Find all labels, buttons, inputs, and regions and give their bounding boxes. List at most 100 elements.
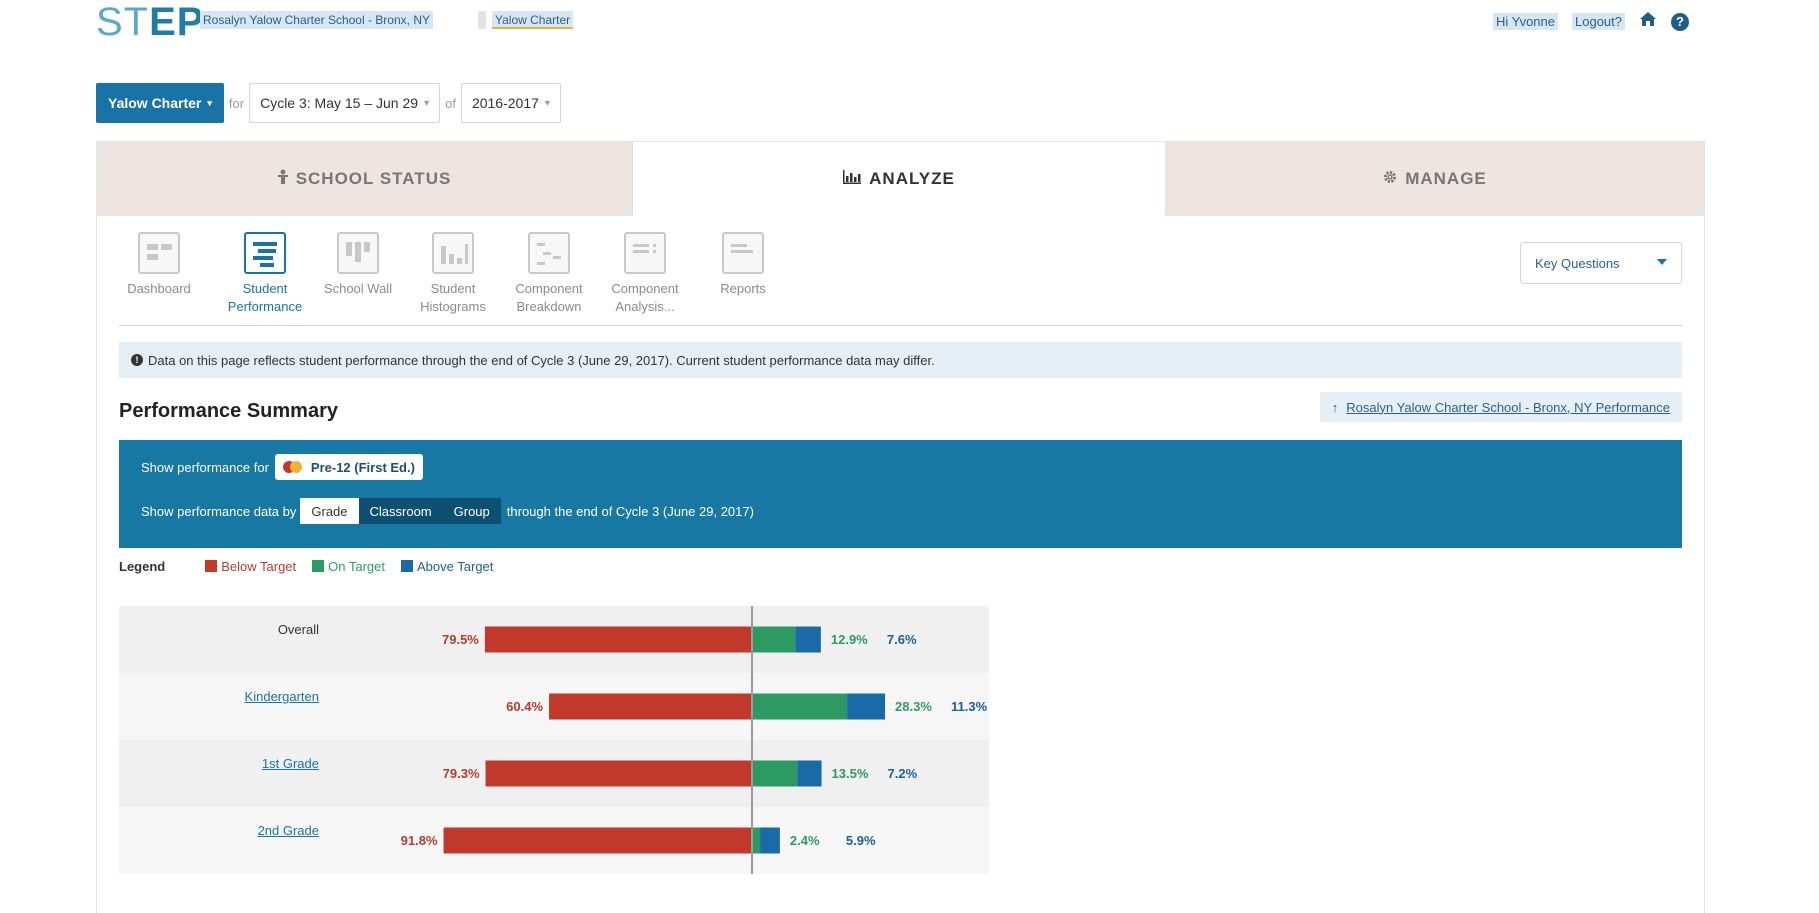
program-color-icon <box>282 461 303 473</box>
bar-on-target[interactable] <box>752 760 798 787</box>
tab-manage[interactable]: MANAGE <box>1165 142 1704 216</box>
tab-school-status-label: SCHOOL STATUS <box>295 169 452 188</box>
school-wall-icon <box>337 232 379 274</box>
bar-below-target[interactable] <box>485 760 752 787</box>
legend-label-below: Below Target <box>221 558 297 574</box>
home-icon[interactable] <box>1639 11 1657 32</box>
subnav-school-wall[interactable]: School Wall <box>308 232 408 298</box>
show-for-label: Show performance for <box>141 459 269 475</box>
user-greeting[interactable]: Hi Yvonne <box>1492 13 1558 30</box>
group-by-grade[interactable]: Grade <box>300 498 359 524</box>
info-banner: ! Data on this page reflects student per… <box>119 342 1682 378</box>
page-title: Performance Summary <box>119 400 338 422</box>
value-label-above: 11.3% <box>951 698 988 714</box>
legend-item-above: Above Target <box>401 559 493 574</box>
tab-analyze[interactable]: ANALYZE <box>633 142 1165 216</box>
subnav-dashboard-label: Dashboard <box>127 281 191 296</box>
group-by-group[interactable]: Group <box>442 498 501 524</box>
program-selector[interactable]: Pre-12 (First Ed.) <box>274 454 423 480</box>
subnav-student-histograms-label: Student Histograms <box>420 281 486 314</box>
student-performance-icon <box>244 232 286 274</box>
legend-swatch-on <box>312 560 325 572</box>
bar-above-target[interactable] <box>847 693 886 720</box>
legend-item-on: On Target <box>312 559 385 574</box>
value-label-below: 60.4% <box>506 698 544 714</box>
logo-st: ST <box>96 0 150 44</box>
legend-swatch-above <box>401 560 414 572</box>
value-label-on: 12.9% <box>830 631 868 647</box>
subnav-component-breakdown-label: Component Breakdown <box>515 281 583 314</box>
value-label-below: 91.8% <box>400 832 438 848</box>
page: STEP Rosalyn Yalow Charter School - Bron… <box>0 0 1819 913</box>
tab-school-status[interactable]: SCHOOL STATUS <box>97 142 633 216</box>
row-label-1st-grade[interactable]: 1st Grade <box>119 756 319 771</box>
value-label-above: 7.6% <box>886 631 917 647</box>
breadcrumb-school[interactable]: Rosalyn Yalow Charter School - Bronx, NY <box>200 11 433 29</box>
chevron-down-icon: ▾ <box>544 97 550 109</box>
key-questions-dropdown[interactable]: Key Questions <box>1520 242 1682 284</box>
show-performance-for-row: Show performance for Pre-12 (First Ed.) <box>141 454 423 480</box>
legend-title: Legend <box>119 558 166 574</box>
show-performance-by-row: Show performance data by Grade Classroom… <box>141 498 754 524</box>
bar-on-target[interactable] <box>752 827 761 854</box>
breadcrumb-separator <box>478 11 486 29</box>
school-performance-link[interactable]: ↑ Rosalyn Yalow Charter School - Bronx, … <box>1319 392 1682 422</box>
school-performance-link-label: Rosalyn Yalow Charter School - Bronx, NY… <box>1346 399 1670 415</box>
cycle-dropdown-label: Cycle 3: May 15 – Jun 29 <box>260 95 419 111</box>
tab-analyze-label: ANALYZE <box>869 169 955 188</box>
value-label-on: 13.5% <box>831 765 869 781</box>
main-panel: SCHOOL STATUS ANALYZE MANAGE Dashboard S… <box>96 141 1705 913</box>
gear-icon <box>1383 170 1397 189</box>
subnav-reports-label: Reports <box>720 281 766 296</box>
value-label-above: 7.2% <box>887 765 918 781</box>
subnav-component-analysis-label: Component Analysis... <box>611 281 679 314</box>
for-label: for <box>228 95 245 111</box>
year-dropdown[interactable]: 2016-2017 ▾ <box>460 83 561 123</box>
school-dropdown[interactable]: Yalow Charter ▾ <box>96 83 224 123</box>
performance-chart: Overall 79.5% 12.9% 7.6% Kindergarten 60.4% 28… <box>119 606 1119 875</box>
subnav-component-analysis[interactable]: Component Analysis... <box>595 232 695 316</box>
year-dropdown-label: 2016-2017 <box>471 95 539 111</box>
component-analysis-icon <box>624 232 666 274</box>
dashboard-icon <box>138 232 180 274</box>
component-breakdown-icon <box>528 232 570 274</box>
row-label-kindergarten[interactable]: Kindergarten <box>119 689 319 704</box>
bar-chart-icon <box>843 169 862 189</box>
help-icon[interactable]: ? <box>1671 12 1689 31</box>
bar-above-target[interactable] <box>797 760 822 787</box>
reports-icon <box>722 232 764 274</box>
subnav-dashboard[interactable]: Dashboard <box>109 232 209 298</box>
logo-ep: EP <box>149 0 205 44</box>
subnav-student-histograms[interactable]: Student Histograms <box>403 232 503 316</box>
legend-label-above: Above Target <box>417 558 494 574</box>
legend-item-below: Below Target <box>205 559 296 574</box>
bar-below-target[interactable] <box>549 693 752 720</box>
filter-bar: Yalow Charter ▾ for Cycle 3: May 15 – Jun… <box>96 83 561 123</box>
logout-link[interactable]: Logout? <box>1572 13 1625 30</box>
breadcrumb-charter[interactable]: Yalow Charter <box>492 11 574 29</box>
cycle-dropdown[interactable]: Cycle 3: May 15 – Jun 29 ▾ <box>249 83 441 123</box>
bar-above-target[interactable] <box>760 827 780 854</box>
row-label-2nd-grade[interactable]: 2nd Grade <box>119 823 319 838</box>
value-label-on: 28.3% <box>895 698 932 714</box>
chevron-down-icon: ▾ <box>424 97 430 109</box>
step-logo[interactable]: STEP <box>96 2 204 42</box>
chart-legend: Legend Below Target On Target Above Targ… <box>119 556 509 576</box>
group-by-classroom[interactable]: Classroom <box>358 498 443 524</box>
subnav-reports[interactable]: Reports <box>693 232 793 298</box>
bar-above-target[interactable] <box>795 626 821 653</box>
subnav-student-performance[interactable]: Student Performance <box>215 232 315 316</box>
chevron-down-icon: ▾ <box>207 97 212 108</box>
of-label: of <box>445 95 456 111</box>
bar-on-target[interactable] <box>752 693 848 720</box>
bar-below-target[interactable] <box>484 626 752 653</box>
row-label-overall: Overall <box>277 622 319 637</box>
key-questions-label: Key Questions <box>1535 255 1620 271</box>
performance-controls: Show performance for Pre-12 (First Ed.) … <box>119 440 1682 548</box>
subnav-component-breakdown[interactable]: Component Breakdown <box>499 232 599 316</box>
legend-swatch-below <box>205 560 218 572</box>
bar-below-target[interactable] <box>443 827 752 854</box>
through-label: through the end of Cycle 3 (June 29, 201… <box>506 503 754 519</box>
person-icon <box>277 169 288 190</box>
bar-on-target[interactable] <box>752 626 796 653</box>
